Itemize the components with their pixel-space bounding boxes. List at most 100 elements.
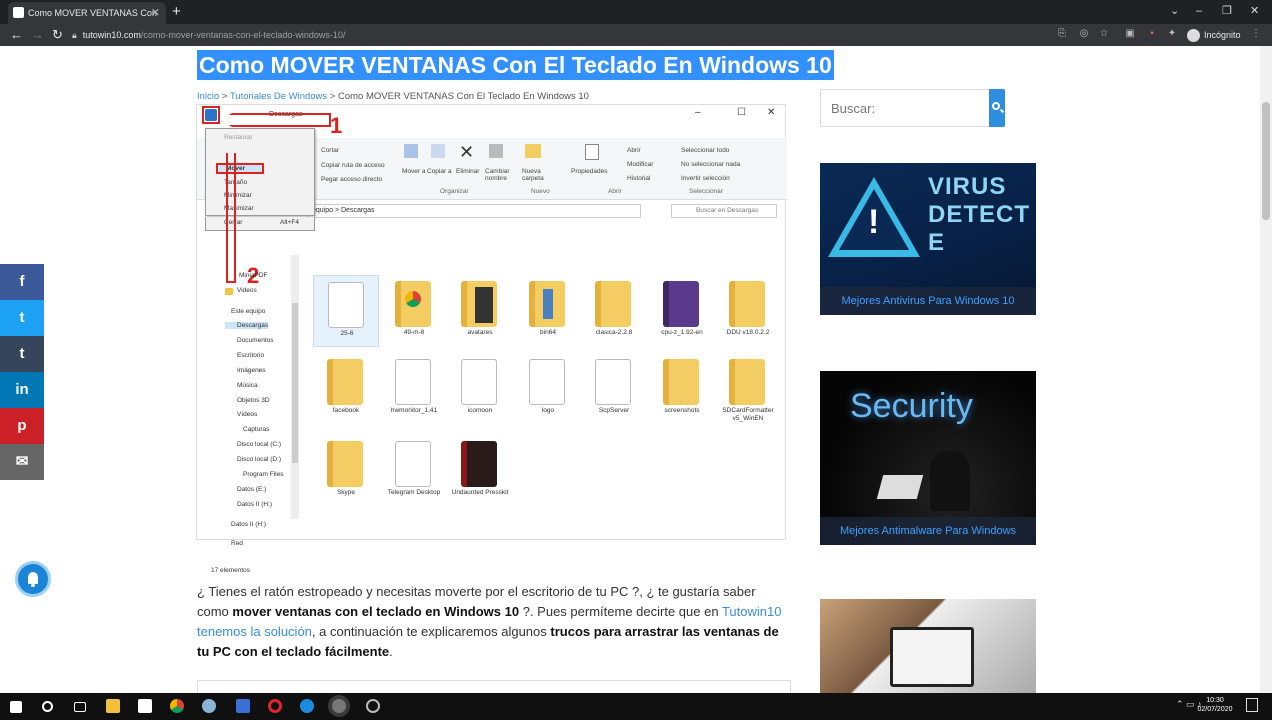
notification-bell-button[interactable] [15,561,51,597]
rename-icon [489,144,503,158]
tab-close-icon[interactable]: ✕ [151,2,160,24]
nav-item: Imágenes [237,367,266,374]
incognito-avatar-icon [1187,29,1200,43]
card-caption[interactable]: Mejores Antimalware Para Windows [820,517,1036,545]
page-scrollbar[interactable] [1260,46,1272,693]
back-arrow-icon[interactable]: ← [10,27,23,43]
window-min-icon: – [695,107,701,118]
file-label: Skype [336,489,356,496]
search-input[interactable]: Buscar: [820,89,990,127]
search-button[interactable] [989,89,1005,127]
menu-close-row: Cerrar Alt+F4 [205,217,315,231]
ribbon-group-organize: Organizar [440,188,469,195]
menu-dots-icon[interactable]: ⋮ [1250,28,1262,40]
explorer-search: Buscar en Descargas [671,204,777,218]
tab-favicon-icon [13,7,24,18]
incognito-indicator[interactable]: Incógnito [1187,27,1241,43]
ribbon-copy-to: Copiar a [427,168,452,175]
app-icon[interactable] [202,699,216,713]
app-round-icon[interactable] [366,699,380,713]
breadcrumb-sep: > [219,91,230,102]
start-windows-icon[interactable] [10,701,22,713]
file-item: DDU v18.0.2.2 [715,275,781,347]
edge-icon[interactable] [300,699,314,713]
minimize-button[interactable]: – [1196,2,1202,20]
pinterest-share-button[interactable]: p [0,408,44,444]
ribbon-select-all: Seleccionar todo [681,147,730,154]
ribbon-group-new: Nuevo [531,188,550,195]
nav-item: Datos (E:) [237,486,267,493]
file-item: clasica-2.2.8 [581,275,647,347]
close-window-button[interactable]: ✕ [1250,2,1259,20]
nav-item: MiniaPDF [239,272,268,279]
window-system-menu: Restaurar Mover Tamaño Minimizar Maximiz… [205,128,315,216]
scrollbar-thumb[interactable] [1262,102,1270,220]
file-item: facebook [313,353,379,425]
extension-k-icon[interactable]: ▪ [1146,28,1158,40]
file-label: ScpServer [598,407,630,414]
maximize-button[interactable]: ❐ [1222,2,1232,20]
sidebar-card-antivirus[interactable]: ! VIRUS DETECTE Mejores Antivirus Para W… [820,163,1036,315]
file-label: icomoon [467,407,493,414]
tumblr-share-button[interactable]: t [0,336,44,372]
cast-icon[interactable]: ⎘ [1056,28,1068,40]
ribbon-cut: Cortar [321,147,340,154]
chrome-incognito-taskbar-icon[interactable] [332,699,346,713]
ribbon-new-folder: Nueva carpeta [522,168,544,182]
breadcrumb-category-link[interactable]: Tutoriales De Windows [230,91,327,102]
url-domain: tutowin10.com [82,30,141,40]
card-caption[interactable]: Mejores Antivirus Para Windows 10 [820,287,1036,315]
taskbar-search-icon[interactable] [42,701,53,712]
email-share-button[interactable]: ✉ [0,444,44,480]
task-view-icon[interactable] [74,702,86,712]
nav-item: Videos [225,287,257,295]
file-item: ScpServer [581,353,647,425]
new-tab-button[interactable]: + [172,2,181,22]
url-path: /como-mover-ventanas-con-el-teclado-wind… [140,30,346,40]
chrome-taskbar-icon[interactable] [170,699,184,713]
twitter-share-button[interactable]: t [0,300,44,336]
facebook-share-button[interactable]: f [0,264,44,300]
monitor-app-icon[interactable] [236,699,250,713]
opera-icon[interactable] [268,699,282,713]
taskbar-clock[interactable]: 10:30 02/07/2020 [1193,696,1237,714]
file-item: 25-6 [313,275,379,347]
web-page: Como MOVER VENTANAS Con El Teclado En Wi… [0,46,1260,693]
extension-m-icon[interactable]: ▣ [1124,28,1136,40]
nav-item: Objetos 3D [237,397,270,404]
forward-arrow-icon[interactable]: → [31,27,44,43]
breadcrumb: Inicio > Tutoriales De Windows > Como MO… [197,91,589,102]
puzzle-icon[interactable]: ✦ [1166,28,1178,40]
address-bar[interactable]: 🔒︎ tutowin10.com/como-mover-ventanas-con-… [72,28,345,42]
tab-search-icon[interactable]: ⌄ [1170,2,1179,20]
store-icon[interactable] [138,699,152,713]
thumbnail [475,287,493,323]
file-item: bin64 [515,275,581,347]
nav-item: Música [237,382,258,389]
sidebar-card-security[interactable]: Security Mejores Antimalware Para Window… [820,371,1036,545]
file-item: 49-m-8 [381,275,447,347]
file-explorer-icon[interactable] [106,699,120,713]
reload-icon[interactable]: ↻ [52,27,63,43]
annotation-box [202,106,220,124]
file-item: avatares [447,275,513,347]
clock-date: 02/07/2020 [1197,706,1233,713]
breadcrumb-home-link[interactable]: Inicio [197,91,219,102]
page-title: Como MOVER VENTANAS Con El Teclado En Wi… [197,50,834,80]
star-icon[interactable]: ☆ [1098,28,1110,40]
file-label: 25-6 [340,330,354,337]
linkedin-share-button[interactable]: in [0,372,44,408]
ribbon-edit: Modificar [627,161,654,168]
file-label: logo [541,407,555,414]
file-label: DDU v18.0.2.2 [726,329,770,336]
ribbon-copy-path: Copiar ruta de acceso [321,162,385,169]
ribbon-group-select: Seleccionar [689,188,723,195]
eye-off-icon[interactable]: ◎ [1078,28,1090,40]
ribbon-delete: Eliminar [456,168,480,175]
sidebar-card-third[interactable] [820,599,1036,693]
action-center-icon[interactable] [1246,698,1258,712]
new-folder-icon [525,144,541,158]
browser-tab[interactable]: Como MOVER VENTANAS Con ✕ [8,2,166,24]
file-label: SDCardFormatter v5_WinEN [722,407,774,422]
properties-icon [585,144,599,160]
